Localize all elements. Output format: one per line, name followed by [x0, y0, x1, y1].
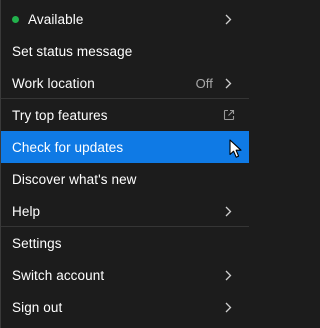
discover-whats-new-label: Discover what's new — [12, 171, 137, 187]
settings-label: Settings — [12, 235, 62, 251]
chevron-right-icon — [223, 205, 233, 217]
help-label: Help — [12, 203, 41, 219]
menu-item-discover-whats-new[interactable]: Discover what's new — [1, 163, 249, 195]
chevron-right-icon — [223, 77, 233, 89]
chevron-right-icon — [223, 13, 233, 25]
menu-item-check-for-updates[interactable]: Check for updates — [1, 131, 249, 163]
work-location-label: Work location — [12, 75, 95, 91]
try-top-features-label: Try top features — [12, 107, 108, 123]
menu-item-work-location[interactable]: Work location Off — [1, 67, 249, 99]
switch-account-label: Switch account — [12, 267, 105, 283]
sign-out-label: Sign out — [12, 299, 63, 315]
menu-item-help[interactable]: Help — [1, 195, 249, 227]
check-for-updates-label: Check for updates — [12, 139, 124, 155]
work-location-value: Off — [195, 75, 213, 91]
set-status-message-label: Set status message — [12, 43, 133, 59]
menu-item-sign-out[interactable]: Sign out — [1, 291, 249, 323]
menu-item-status[interactable]: Available — [1, 3, 249, 35]
chevron-right-icon — [223, 269, 233, 281]
menu-item-set-status-message[interactable]: Set status message — [1, 35, 249, 67]
available-status-dot — [12, 15, 19, 23]
account-menu: Available Set status message Work locati… — [0, 0, 249, 328]
menu-item-try-top-features[interactable]: Try top features — [1, 99, 249, 131]
menu-item-settings[interactable]: Settings — [1, 227, 249, 259]
external-link-icon — [223, 109, 235, 121]
status-label: Available — [28, 11, 84, 27]
chevron-right-icon — [223, 301, 233, 313]
menu-item-switch-account[interactable]: Switch account — [1, 259, 249, 291]
mouse-pointer-icon — [229, 139, 243, 159]
